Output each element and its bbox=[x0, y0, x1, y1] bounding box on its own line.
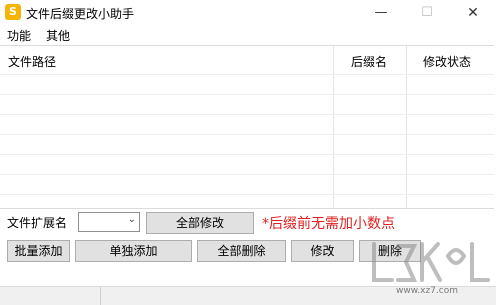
menu-bar: 功能 其他 bbox=[0, 26, 496, 45]
column-header-status[interactable]: 修改状态 bbox=[423, 53, 471, 70]
status-divider bbox=[100, 287, 101, 305]
modify-button[interactable]: 修改 bbox=[291, 240, 354, 262]
file-table[interactable]: 文件路径 后缀名 修改状态 bbox=[0, 45, 494, 209]
table-header: 文件路径 后缀名 修改状态 bbox=[0, 46, 494, 74]
delete-all-button[interactable]: 全部删除 bbox=[197, 240, 286, 262]
extension-select[interactable]: ⌄ bbox=[78, 212, 140, 232]
minimize-button[interactable]: — bbox=[358, 0, 404, 26]
watermark-text: www.xz7.com bbox=[396, 286, 458, 296]
table-row-line bbox=[0, 194, 494, 195]
column-divider bbox=[333, 46, 334, 208]
table-row-line bbox=[0, 154, 494, 155]
maximize-button[interactable]: ☐ bbox=[404, 0, 450, 26]
column-header-suffix[interactable]: 后缀名 bbox=[351, 53, 387, 70]
column-divider bbox=[406, 46, 407, 208]
title-bar: S 文件后缀更改小助手 — ☐ ✕ bbox=[0, 0, 496, 26]
column-header-path[interactable]: 文件路径 bbox=[8, 53, 56, 70]
table-row-line bbox=[0, 134, 494, 135]
app-icon: S bbox=[5, 4, 21, 20]
single-add-button[interactable]: 单独添加 bbox=[75, 240, 192, 262]
menu-item-function[interactable]: 功能 bbox=[7, 27, 31, 44]
window-title: 文件后缀更改小助手 bbox=[26, 7, 135, 21]
table-row-line bbox=[0, 114, 494, 115]
extension-label: 文件扩展名 bbox=[7, 216, 68, 230]
hint-text: *后缀前无需加小数点 bbox=[262, 216, 395, 232]
menu-item-other[interactable]: 其他 bbox=[46, 27, 70, 44]
batch-add-button[interactable]: 批量添加 bbox=[7, 240, 70, 262]
table-row-line bbox=[0, 174, 494, 175]
table-row-line bbox=[0, 94, 494, 95]
close-button[interactable]: ✕ bbox=[450, 0, 496, 26]
table-row-line bbox=[0, 74, 494, 75]
modify-all-button[interactable]: 全部修改 bbox=[146, 212, 254, 234]
chevron-down-icon: ⌄ bbox=[127, 214, 136, 225]
